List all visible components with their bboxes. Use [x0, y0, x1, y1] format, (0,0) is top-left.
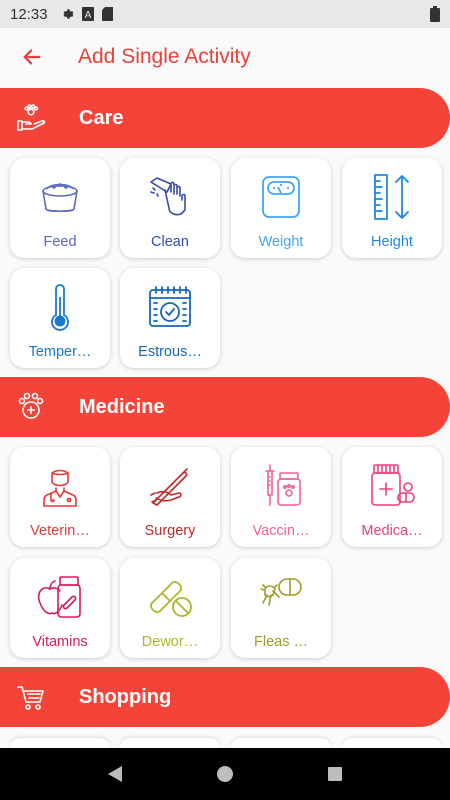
navigation-bar: [0, 748, 450, 800]
shopping-cart-icon: [16, 682, 46, 712]
activity-tile-partial[interactable]: [10, 738, 110, 748]
section-header-shopping: Shopping: [0, 667, 450, 727]
arrow-left-icon: [23, 49, 41, 65]
capsule-pill-icon: [143, 570, 197, 624]
care-hand-paw-icon: [16, 103, 46, 133]
activity-label: Vaccin…: [252, 523, 310, 539]
app-bar: Add Single Activity: [0, 28, 450, 86]
square-recents-icon: [328, 767, 342, 781]
activity-tile-temperature[interactable]: Temper…: [10, 268, 110, 368]
thermometer-icon: [33, 280, 87, 334]
activity-tile-fleas[interactable]: Fleas …: [231, 558, 331, 658]
nav-back-button[interactable]: [95, 754, 135, 794]
activity-tile-surgery[interactable]: Surgery: [120, 447, 220, 547]
doctor-icon: [33, 459, 87, 513]
activity-tile-veterinarian[interactable]: Veterin…: [10, 447, 110, 547]
status-bar: 12:33 A: [0, 0, 450, 28]
ruler-height-icon: [365, 170, 419, 224]
status-time: 12:33: [10, 5, 48, 23]
activity-tile-deworming[interactable]: Dewor…: [120, 558, 220, 658]
activity-label: Temper…: [28, 344, 92, 360]
activity-tile-feed[interactable]: Feed: [10, 158, 110, 258]
activity-tile-vaccine[interactable]: Vaccin…: [231, 447, 331, 547]
triangle-back-icon: [108, 766, 122, 782]
activity-tile-vitamins[interactable]: Vitamins: [10, 558, 110, 658]
section-header-care: Care: [0, 88, 450, 148]
apple-vitamins-icon: [33, 570, 87, 624]
activity-label: Clean: [151, 234, 189, 250]
activity-tile-medication[interactable]: Medica…: [342, 447, 442, 547]
nav-recents-button[interactable]: [315, 754, 355, 794]
food-bowl-icon: [33, 170, 87, 224]
activity-label: Veterin…: [30, 523, 90, 539]
activity-label: Estrous…: [138, 344, 202, 360]
section-header-medicine: Medicine: [0, 377, 450, 437]
settings-icon: [60, 7, 74, 21]
activity-label: Feed: [43, 234, 77, 250]
calendar-check-icon: [143, 280, 197, 334]
pills-bottle-icon: [365, 459, 419, 513]
scale-icon: [254, 170, 308, 224]
activity-tile-height[interactable]: Height: [342, 158, 442, 258]
cleaning-hand-icon: [143, 170, 197, 224]
nav-home-button[interactable]: [205, 754, 245, 794]
activity-tile-partial[interactable]: [231, 738, 331, 748]
scalpel-hand-icon: [143, 459, 197, 513]
activity-label: Dewor…: [141, 634, 199, 650]
section-title-care: Care: [79, 106, 124, 129]
activity-label: Weight: [258, 234, 304, 250]
back-button[interactable]: [16, 41, 48, 73]
activity-tile-partial[interactable]: [120, 738, 220, 748]
medical-paw-icon: [16, 392, 46, 422]
page-title: Add Single Activity: [78, 45, 251, 68]
activity-label: Medica…: [361, 523, 423, 539]
battery-icon: [430, 6, 440, 27]
activity-tile-weight[interactable]: Weight: [231, 158, 331, 258]
font-icon: A: [81, 7, 94, 21]
activity-label: Surgery: [144, 523, 196, 539]
activity-label: Fleas …: [254, 634, 308, 650]
activity-tile-estrous[interactable]: Estrous…: [120, 268, 220, 368]
activity-label: Height: [371, 234, 413, 250]
svg-text:A: A: [84, 10, 91, 21]
activity-tile-partial[interactable]: [342, 738, 442, 748]
activity-label: Vitamins: [32, 634, 88, 650]
section-title-shopping: Shopping: [79, 685, 172, 708]
syringe-bottle-icon: [254, 459, 308, 513]
section-title-medicine: Medicine: [79, 395, 165, 418]
flea-spray-icon: [254, 570, 308, 624]
sd-card-icon: [101, 7, 113, 21]
circle-home-icon: [217, 766, 233, 782]
activity-tile-clean[interactable]: Clean: [120, 158, 220, 258]
